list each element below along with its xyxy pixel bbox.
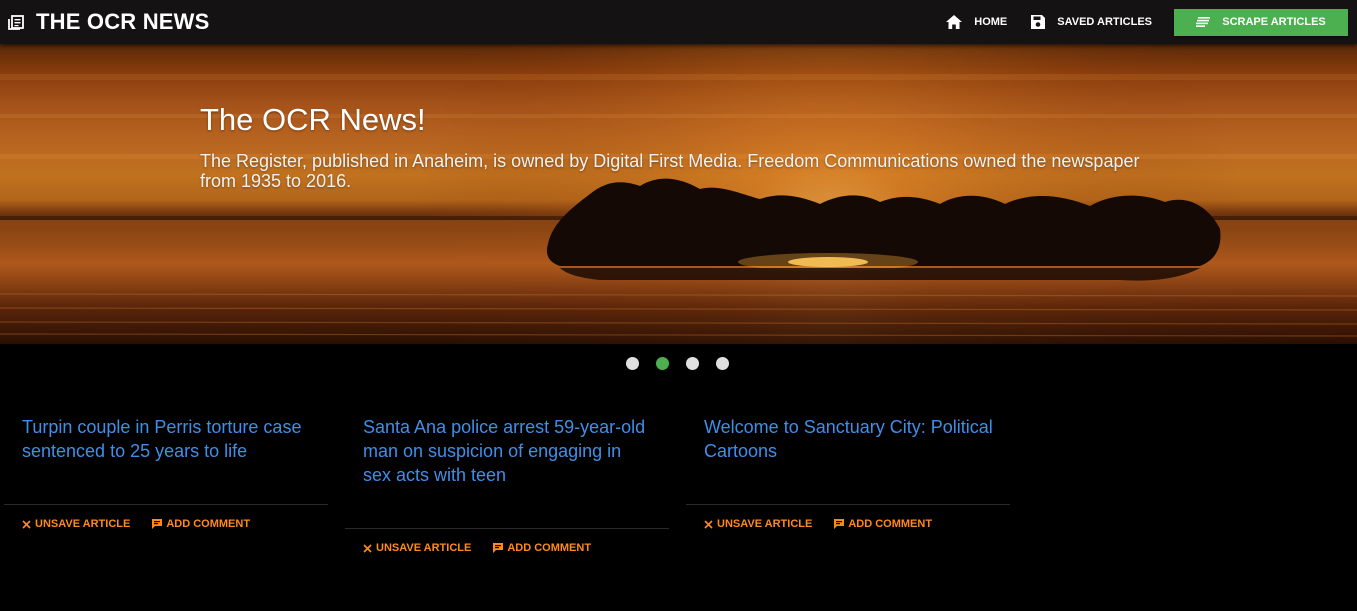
close-icon — [363, 543, 372, 553]
card-actions: UNSAVE ARTICLE ADD COMMENT — [22, 518, 272, 530]
card-divider — [686, 504, 1010, 505]
unsave-article-button[interactable]: UNSAVE ARTICLE — [22, 518, 130, 530]
close-icon — [22, 519, 31, 529]
scrape-articles-button[interactable]: SCRAPE ARTICLES — [1174, 8, 1348, 36]
hero-description: The Register, published in Anaheim, is o… — [200, 151, 1140, 191]
add-comment-button[interactable]: ADD COMMENT — [834, 518, 932, 530]
unsave-article-button[interactable]: UNSAVE ARTICLE — [363, 542, 471, 554]
carousel-indicators — [626, 357, 746, 370]
home-icon — [946, 15, 963, 29]
card-actions: UNSAVE ARTICLE ADD COMMENT — [704, 518, 954, 530]
article-headline-link[interactable]: Welcome to Sanctuary City: Political Car… — [704, 415, 994, 463]
sunset-lake-image — [0, 44, 1357, 344]
article-card: Turpin couple in Perris torture case sen… — [4, 415, 328, 545]
card-divider — [345, 528, 669, 529]
card-actions: UNSAVE ARTICLE ADD COMMENT — [363, 542, 613, 554]
close-icon — [704, 519, 713, 529]
carousel-dot[interactable] — [686, 357, 699, 370]
unsave-article-label: UNSAVE ARTICLE — [35, 518, 131, 530]
article-headline-link[interactable]: Turpin couple in Perris torture case sen… — [22, 415, 312, 463]
saved-articles-label: SAVED ARTICLES — [1057, 16, 1152, 28]
add-comment-label: ADD COMMENT — [848, 518, 933, 530]
unsave-article-button[interactable]: UNSAVE ARTICLE — [704, 518, 812, 530]
article-card: Welcome to Sanctuary City: Political Car… — [686, 415, 1010, 545]
add-comment-label: ADD COMMENT — [507, 542, 592, 554]
hero-carousel-slide: The OCR News! The Register, published in… — [0, 44, 1357, 344]
add-comment-button[interactable]: ADD COMMENT — [152, 518, 250, 530]
add-comment-label: ADD COMMENT — [166, 518, 251, 530]
unsave-article-label: UNSAVE ARTICLE — [376, 542, 472, 554]
top-navbar: THE OCR NEWS HOME SAVED ARTICLES SCRAPE … — [0, 0, 1357, 44]
hero-caption: The OCR News! The Register, published in… — [200, 102, 1160, 191]
comment-icon — [834, 519, 845, 529]
home-link-label: HOME — [974, 16, 1008, 28]
brand-link[interactable]: THE OCR NEWS — [8, 9, 210, 35]
save-icon — [1031, 15, 1046, 29]
article-card: Santa Ana police arrest 59-year-old man … — [345, 415, 669, 565]
unsave-article-label: UNSAVE ARTICLE — [717, 518, 813, 530]
site-title: THE OCR NEWS — [36, 9, 210, 34]
add-comment-button[interactable]: ADD COMMENT — [493, 542, 591, 554]
hero-title: The OCR News! — [200, 102, 426, 137]
home-link[interactable]: HOME — [934, 0, 1019, 44]
carousel-dot[interactable] — [626, 357, 639, 370]
carousel-dot[interactable] — [716, 357, 729, 370]
scrape-articles-label: SCRAPE ARTICLES — [1222, 16, 1326, 28]
list-icon — [1196, 17, 1211, 27]
newspaper-icon — [8, 15, 24, 30]
carousel-dot-active[interactable] — [656, 357, 669, 370]
card-divider — [4, 504, 328, 505]
article-headline-link[interactable]: Santa Ana police arrest 59-year-old man … — [363, 415, 653, 487]
saved-articles-link[interactable]: SAVED ARTICLES — [1019, 0, 1164, 44]
comment-icon — [493, 543, 504, 553]
comment-icon — [152, 519, 163, 529]
nav-menu: HOME SAVED ARTICLES SCRAPE ARTICLES — [934, 0, 1348, 44]
